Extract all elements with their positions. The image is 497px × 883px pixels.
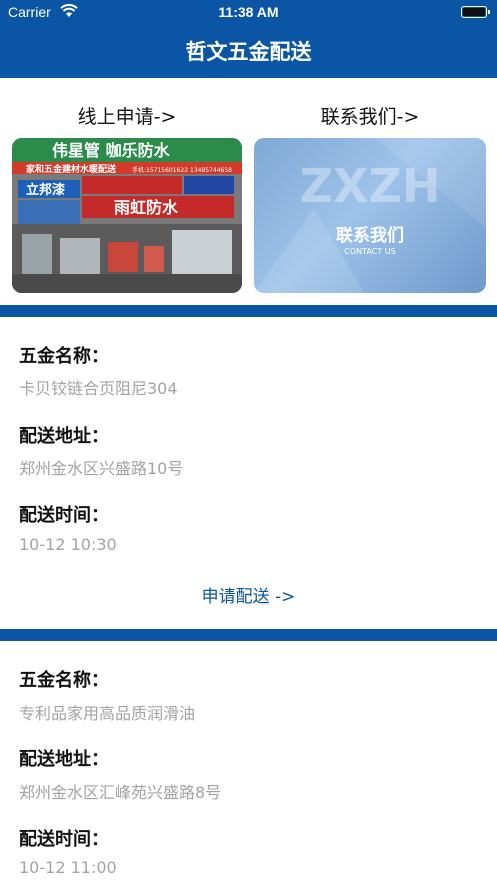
section-divider [0, 629, 497, 641]
delivery-time-label: 配送时间： [19, 505, 109, 526]
store-photo-card[interactable]: 伟星管 咖乐防水 家和五金建材水暖配送 手机:15715601622 13485… [12, 138, 242, 293]
apply-online-link[interactable]: 线上申请-> [12, 102, 242, 129]
status-bar: Carrier 11:38 AM [0, 0, 497, 26]
delivery-address-value: 郑州金水区兴盛路10号 [19, 459, 184, 478]
page-title: 哲文五金配送 [185, 40, 312, 64]
clock: 11:38 AM [218, 4, 279, 20]
store-sign-4: 雨虹防水 [114, 198, 179, 217]
delivery-time-label: 配送时间： [19, 829, 109, 850]
contact-us-card[interactable]: ZXZH 联系我们 CONTACT US [254, 138, 486, 293]
hardware-name-label: 五金名称： [19, 346, 109, 367]
delivery-time-value: 10-12 10:30 [19, 535, 117, 554]
delivery-address-value: 郑州金水区汇峰苑兴盛路8号 [19, 783, 222, 802]
contact-title: 联系我们 [336, 225, 404, 246]
navigation-bar: Carrier 11:38 AM 哲文五金配送 [0, 0, 497, 78]
delivery-time-value: 10-12 11:00 [19, 858, 117, 877]
contact-us-link[interactable]: 联系我们-> [254, 102, 486, 129]
store-sign-2: 家和五金建材水暖配送 [26, 163, 117, 175]
contact-subtitle: CONTACT US [344, 247, 395, 256]
hardware-name-value: 专利品家用高品质润滑油 [19, 704, 196, 723]
section-divider [0, 305, 497, 317]
delivery-address-label: 配送地址： [19, 426, 109, 447]
store-sign-3: 立邦漆 [26, 182, 65, 198]
delivery-address-label: 配送地址： [19, 749, 109, 770]
store-sign-1: 伟星管 咖乐防水 [52, 141, 171, 160]
store-phone-2: 13485744658 [190, 167, 232, 174]
contact-logo-text: ZXZH [300, 159, 441, 213]
store-photo-image: 伟星管 咖乐防水 家和五金建材水暖配送 手机:15715601622 13485… [12, 138, 242, 293]
hardware-name-value: 卡贝铰链合页阻尼304 [19, 379, 178, 398]
apply-delivery-button[interactable]: 申请配送 -> [0, 582, 497, 607]
battery-icon [461, 6, 490, 18]
contact-banner-image: ZXZH 联系我们 CONTACT US [254, 138, 486, 293]
store-phone-1: 手机:15715601622 [132, 166, 188, 174]
hardware-name-label: 五金名称： [19, 670, 109, 691]
